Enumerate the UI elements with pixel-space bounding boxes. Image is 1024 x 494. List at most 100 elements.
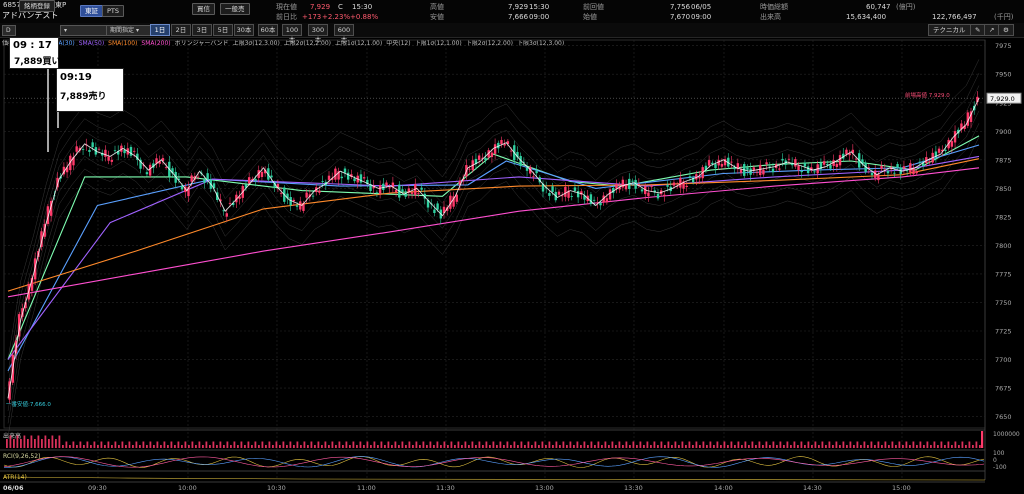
candle-body (359, 174, 363, 183)
candle-body (944, 149, 947, 152)
volume-bar (146, 445, 148, 448)
volume-bar (524, 445, 526, 448)
oscillator-line (3, 456, 985, 468)
candle-body (826, 163, 829, 165)
high-annotation: 前場高値 7,929.0 (905, 91, 950, 99)
volume-bar (681, 441, 684, 448)
candle-body (417, 193, 420, 194)
candle-body (797, 165, 800, 171)
volume-bar (877, 441, 880, 448)
candle-body (647, 192, 650, 197)
volume-bar (919, 441, 922, 448)
volume-bar (286, 445, 288, 448)
volume-bar (632, 441, 635, 448)
volume-bar (107, 441, 110, 448)
volume-bar (664, 445, 666, 448)
volume-bar (496, 445, 498, 448)
candle-body (346, 172, 350, 180)
candle-body (765, 162, 768, 165)
volume-bar (62, 445, 64, 448)
volume-bar (814, 441, 817, 448)
candle-body (679, 177, 682, 188)
price-chart[interactable]: 7650 7675 7700 7725 7750 7775 7800 7825 7850 7875… (0, 0, 1024, 494)
volume-bar (881, 445, 883, 448)
volume-bar (811, 445, 813, 448)
volume-bar (289, 441, 292, 448)
candle-body (803, 162, 807, 167)
volume-bar (48, 439, 50, 448)
volume-bar (506, 441, 509, 448)
volume-bar (188, 445, 190, 448)
volume-bar (419, 445, 421, 448)
volume-bar (461, 445, 463, 448)
candle-body (656, 193, 660, 199)
volume-bar (282, 441, 285, 448)
volume-bar (328, 445, 330, 448)
candle-body (279, 192, 283, 194)
volume-bar (212, 441, 215, 448)
candle-body (928, 161, 931, 162)
volume-bar (762, 445, 764, 448)
volume-bar (755, 445, 757, 448)
volume-bar (863, 441, 866, 448)
volume-bar (489, 445, 491, 448)
y-tick-label: 7800 (995, 242, 1012, 250)
volume-bar (769, 445, 771, 448)
volume-bar (272, 445, 274, 448)
volume-bar (706, 445, 708, 448)
candle-body (548, 193, 551, 196)
volume-bar (454, 445, 456, 448)
volume-bar (163, 441, 166, 448)
volume-bar (226, 441, 229, 448)
atr-line (3, 476, 986, 481)
candle-body (730, 161, 733, 163)
y-tick-label: 7775 (995, 270, 1012, 278)
volume-bar (531, 445, 533, 448)
candle-body (755, 172, 759, 174)
candle-body (206, 173, 209, 180)
volume-bar (230, 445, 232, 448)
volume-bar (898, 441, 901, 448)
volume-bar (727, 445, 729, 448)
volume-bar (132, 445, 134, 448)
candle-body (854, 158, 858, 160)
volume-bar (177, 441, 180, 448)
candle-body (605, 198, 609, 203)
volume-bar (534, 441, 537, 448)
volume-bar (790, 445, 792, 448)
volume-bar (888, 445, 890, 448)
volume-bar (492, 441, 495, 448)
x-tick-label: 13:00 (535, 484, 554, 492)
volume-bar (860, 445, 862, 448)
candle-body (794, 159, 797, 167)
candle-body (759, 164, 762, 176)
volume-bar (657, 445, 659, 448)
volume-bar (608, 445, 610, 448)
volume-bar (975, 441, 978, 448)
volume-bar (202, 445, 204, 448)
candle-body (650, 186, 653, 188)
volume-bar (205, 441, 208, 448)
candle-body (196, 176, 200, 178)
volume-bar (874, 445, 876, 448)
volume-bar (485, 441, 488, 448)
candle-body (91, 142, 94, 148)
candle-body (707, 160, 711, 166)
volume-bar (737, 441, 740, 448)
volume-max-label: 1000000 (993, 431, 1020, 438)
oscillator-scale-label: 100 (993, 450, 1005, 457)
volume-bar (580, 445, 582, 448)
volume-bar (947, 441, 950, 448)
x-tick-label: 10:00 (178, 484, 197, 492)
bollinger-band-line (7, 123, 980, 424)
volume-bar (674, 441, 677, 448)
candle-body (698, 176, 701, 179)
bollinger-band-line (7, 110, 980, 411)
candle-body (81, 149, 85, 151)
y-tick-label: 7700 (995, 356, 1012, 364)
volume-bar (384, 445, 386, 448)
volume-bar (450, 441, 453, 448)
volume-bar (744, 441, 747, 448)
volume-bar (601, 445, 603, 448)
volume-bar (685, 445, 687, 448)
